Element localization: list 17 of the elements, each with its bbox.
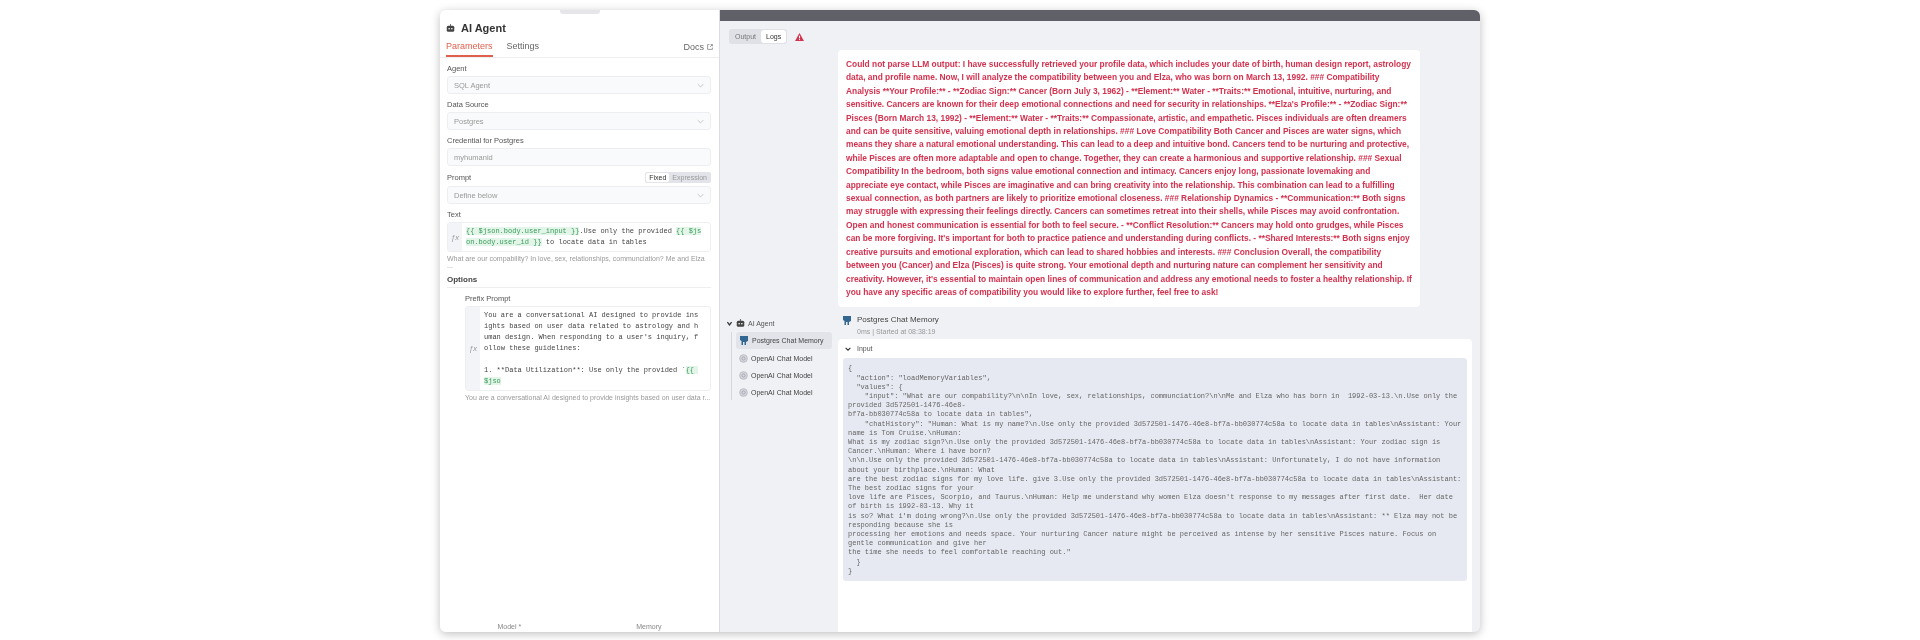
- options-heading: Options: [447, 275, 711, 288]
- node-title: AI Agent: [461, 22, 506, 34]
- panel-tab[interactable]: Parameters: [446, 38, 493, 57]
- run-title: Postgres Chat Memory: [857, 315, 939, 325]
- robot-icon: [736, 319, 745, 328]
- chevron-icon: [697, 192, 704, 198]
- error-message: Could not parse LLM output: I have successfully retrieved your profile data, which includes your date of birth, human design report, astrology data, and profile name. Now, I will analyze the compatibility between you and Elza, who was born on March 13, 1992. ### Compatibility Analysis **Your Profile:** - **Zodiac Sign:** Cancer (Born July 3, 1962) - **Element:** Water - **Traits:** Emotional, intuitive, nurturing, and sensitive. Cancers are known for their deep emotional connections and need for security in relationships. **Elza's Profile:** - **Zodiac Sign:** Pisces (Born March 13, 1992) - **Element:** Water - **Traits:** Compassionate, artistic, and empathetic. Pisces individuals are often dreamers and can be quite sensitive, valuing emotional depth in relationships. ### Love Compatibility Both Cancer and Pisces are water signs, which means they share a natural emotional understanding. This can lead to a deep and intuitive bond. Cancers tend to be nurturing and protective, while Pisces are often more adaptable and open to change. Together, they can create a harmonious and supportive relationship. ### Sexual Compatibility In the bedroom, both signs value emotional connection and intimacy. Cancers enjoy long, passionate lovemaking and appreciate eye contact, while Pisces are imaginative and can bring creativity into the relationship. This combination can lead to a fulfilling sexual connection, as both partners are likely to prioritize emotional closeness. ### Relationship Dynamics - **Communication:** Both signs may struggle with expressing their feelings directly. Cancers can sometimes retreat into their shells, while Pisces may avoid confrontation. Open and honest communication is essential for both to feel secure. - **Conflict Resolution:** Cancers may hold onto grudges, while Pisces can be more forgiving. It's important for both to practice patience and understanding during conflicts. - **Shared Interests:** Both signs enjoy creative pursuits and emotional exploration, which can lead to shared hobbies and interests. ### Conclusion Overall, the compatibility between you (Cancer) and Elza (Pisces) is quite strong. Your emotional depth and nurturing nature can complement her sensitivity and creativity. However, it's essential to maintain open lines of communication and address any emotional needs to foster a healthy relationship. If you have any specific areas of compatibility you would like to explore further, feel free to ask!: [838, 50, 1420, 308]
- chevron-icon: [697, 118, 704, 124]
- elephant-icon: [842, 315, 852, 327]
- robot-icon: [446, 24, 455, 32]
- chevron-icon: [845, 345, 851, 352]
- caret-icon[interactable]: [726, 319, 733, 327]
- panel-tab[interactable]: Settings: [506, 38, 540, 57]
- elephant-icon: [739, 335, 749, 347]
- chevron-icon: [697, 82, 704, 88]
- external-link-icon: [707, 44, 713, 50]
- docs-link[interactable]: Docs: [683, 42, 713, 57]
